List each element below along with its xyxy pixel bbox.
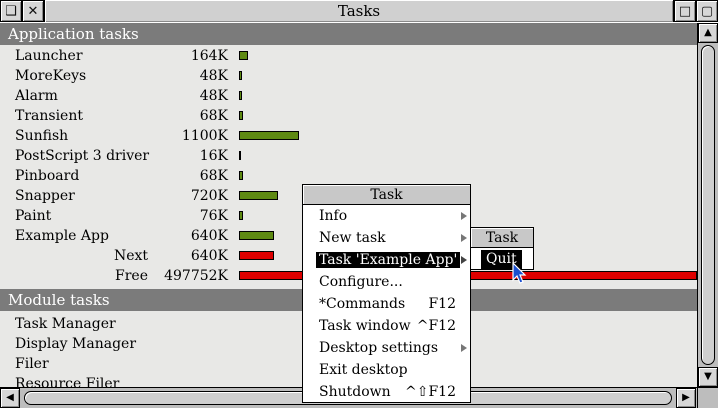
task-name: Paint <box>15 208 52 224</box>
menu-item-info[interactable]: Info <box>303 205 470 227</box>
task-memory: 164K <box>190 48 228 64</box>
task-memory-bar[interactable] <box>239 131 299 140</box>
menu-item-label: Task 'Example App' <box>316 252 461 268</box>
summary-memory: 497752K <box>164 268 228 284</box>
task-name: Alarm <box>15 88 58 104</box>
resize-handle[interactable] <box>697 387 718 408</box>
menu-item-label: Exit desktop <box>319 362 408 378</box>
task-row[interactable]: MoreKeys 48K <box>0 66 697 86</box>
task-memory-bar[interactable] <box>239 151 241 160</box>
task-memory: 1100K <box>181 128 228 144</box>
menu-item-label: New task <box>319 230 386 246</box>
task-memory-bar[interactable] <box>239 51 248 60</box>
task-row[interactable]: Sunfish 1100K <box>0 126 697 146</box>
menu-item-shortcut: ^F12 <box>416 318 456 334</box>
task-menu: Task Info New task Task 'Example App' Confi… <box>302 184 471 403</box>
menu-title: Task <box>303 185 470 205</box>
task-name: Transient <box>15 108 83 124</box>
task-memory-bar[interactable] <box>239 91 242 100</box>
menu-item-task-window[interactable]: Task window ^F12 <box>303 315 470 337</box>
menu-item-new-task[interactable]: New task <box>303 227 470 249</box>
menu-item-commands[interactable]: *Commands F12 <box>303 293 470 315</box>
scroll-down-icon[interactable]: ▼ <box>698 367 718 387</box>
task-memory: 720K <box>190 188 228 204</box>
task-name: Launcher <box>15 48 83 64</box>
submenu-arrow-icon <box>461 256 467 264</box>
task-row[interactable]: Alarm 48K <box>0 86 697 106</box>
task-memory: 68K <box>199 168 228 184</box>
application-tasks-header: Application tasks <box>0 23 697 45</box>
task-memory: 16K <box>199 148 228 164</box>
vertical-scrollbar[interactable]: ▲ ▼ <box>697 23 718 387</box>
menu-item-configure[interactable]: Configure... <box>303 271 470 293</box>
module-task-name: Resource Filer <box>15 376 120 387</box>
scroll-left-icon[interactable]: ◀ <box>0 388 20 408</box>
menu-items: Info New task Task 'Example App' Configure.… <box>303 205 470 403</box>
task-memory: 48K <box>199 88 228 104</box>
task-memory-bar[interactable] <box>239 71 242 80</box>
task-row[interactable]: Pinboard 68K <box>0 166 697 186</box>
module-task-name: Filer <box>15 356 49 372</box>
task-name: Example App <box>15 228 109 244</box>
task-name: Pinboard <box>15 168 80 184</box>
task-memory: 48K <box>199 68 228 84</box>
menu-item-label: Desktop settings <box>319 340 439 356</box>
menu-item-shortcut: F12 <box>428 296 456 312</box>
task-memory-bar[interactable] <box>239 211 243 220</box>
summary-memory-bar[interactable] <box>239 251 274 260</box>
module-task-name: Display Manager <box>15 336 137 352</box>
task-memory: 640K <box>190 228 228 244</box>
task-row[interactable]: Launcher 164K <box>0 46 697 66</box>
menu-item-exit-desktop[interactable]: Exit desktop <box>303 359 470 381</box>
scroll-right-icon[interactable]: ▶ <box>676 388 696 408</box>
menu-item-shutdown[interactable]: Shutdown ^⇧F12 <box>303 381 470 403</box>
task-memory-bar[interactable] <box>239 171 243 180</box>
submenu-title: Task <box>471 228 533 248</box>
task-row[interactable]: PostScript 3 driver 16K <box>0 146 697 166</box>
module-task-name: Task Manager <box>15 316 116 332</box>
task-memory: 68K <box>199 108 228 124</box>
mouse-pointer-icon <box>512 262 527 284</box>
window-title[interactable]: Tasks <box>44 0 674 22</box>
toggle-size-icon[interactable]: ▢ <box>696 0 718 22</box>
task-memory: 76K <box>199 208 228 224</box>
submenu-arrow-icon <box>461 344 467 352</box>
task-memory-bar[interactable] <box>239 231 274 240</box>
menu-item-task-example-app[interactable]: Task 'Example App' <box>303 249 470 271</box>
menu-item-label: Configure... <box>319 274 403 290</box>
task-row[interactable]: Transient 68K <box>0 106 697 126</box>
close-icon[interactable]: ✕ <box>22 0 44 22</box>
task-name: MoreKeys <box>15 68 87 84</box>
title-bar[interactable]: ❑ ✕ Tasks □ ▢ <box>0 0 718 22</box>
menu-item-label: Shutdown <box>319 384 391 400</box>
vertical-scroll-thumb[interactable] <box>701 45 715 365</box>
iconise-icon[interactable]: □ <box>674 0 696 22</box>
submenu-arrow-icon <box>461 234 467 242</box>
task-memory-bar[interactable] <box>239 191 278 200</box>
scroll-up-icon[interactable]: ▲ <box>698 23 718 43</box>
tasks-window: ❑ ✕ Tasks □ ▢ Application tasks Launcher… <box>0 0 718 408</box>
task-memory-bar[interactable] <box>239 111 243 120</box>
task-name: Snapper <box>15 188 75 204</box>
summary-memory: 640K <box>190 248 228 264</box>
task-name: Sunfish <box>15 128 69 144</box>
menu-item-label: Task window <box>319 318 411 334</box>
submenu-arrow-icon <box>461 212 467 220</box>
menu-item-label: *Commands <box>319 296 406 312</box>
back-icon[interactable]: ❑ <box>0 0 22 22</box>
menu-item-desktop-settings[interactable]: Desktop settings <box>303 337 470 359</box>
menu-item-shortcut: ^⇧F12 <box>405 384 456 400</box>
menu-item-label: Info <box>319 208 348 224</box>
